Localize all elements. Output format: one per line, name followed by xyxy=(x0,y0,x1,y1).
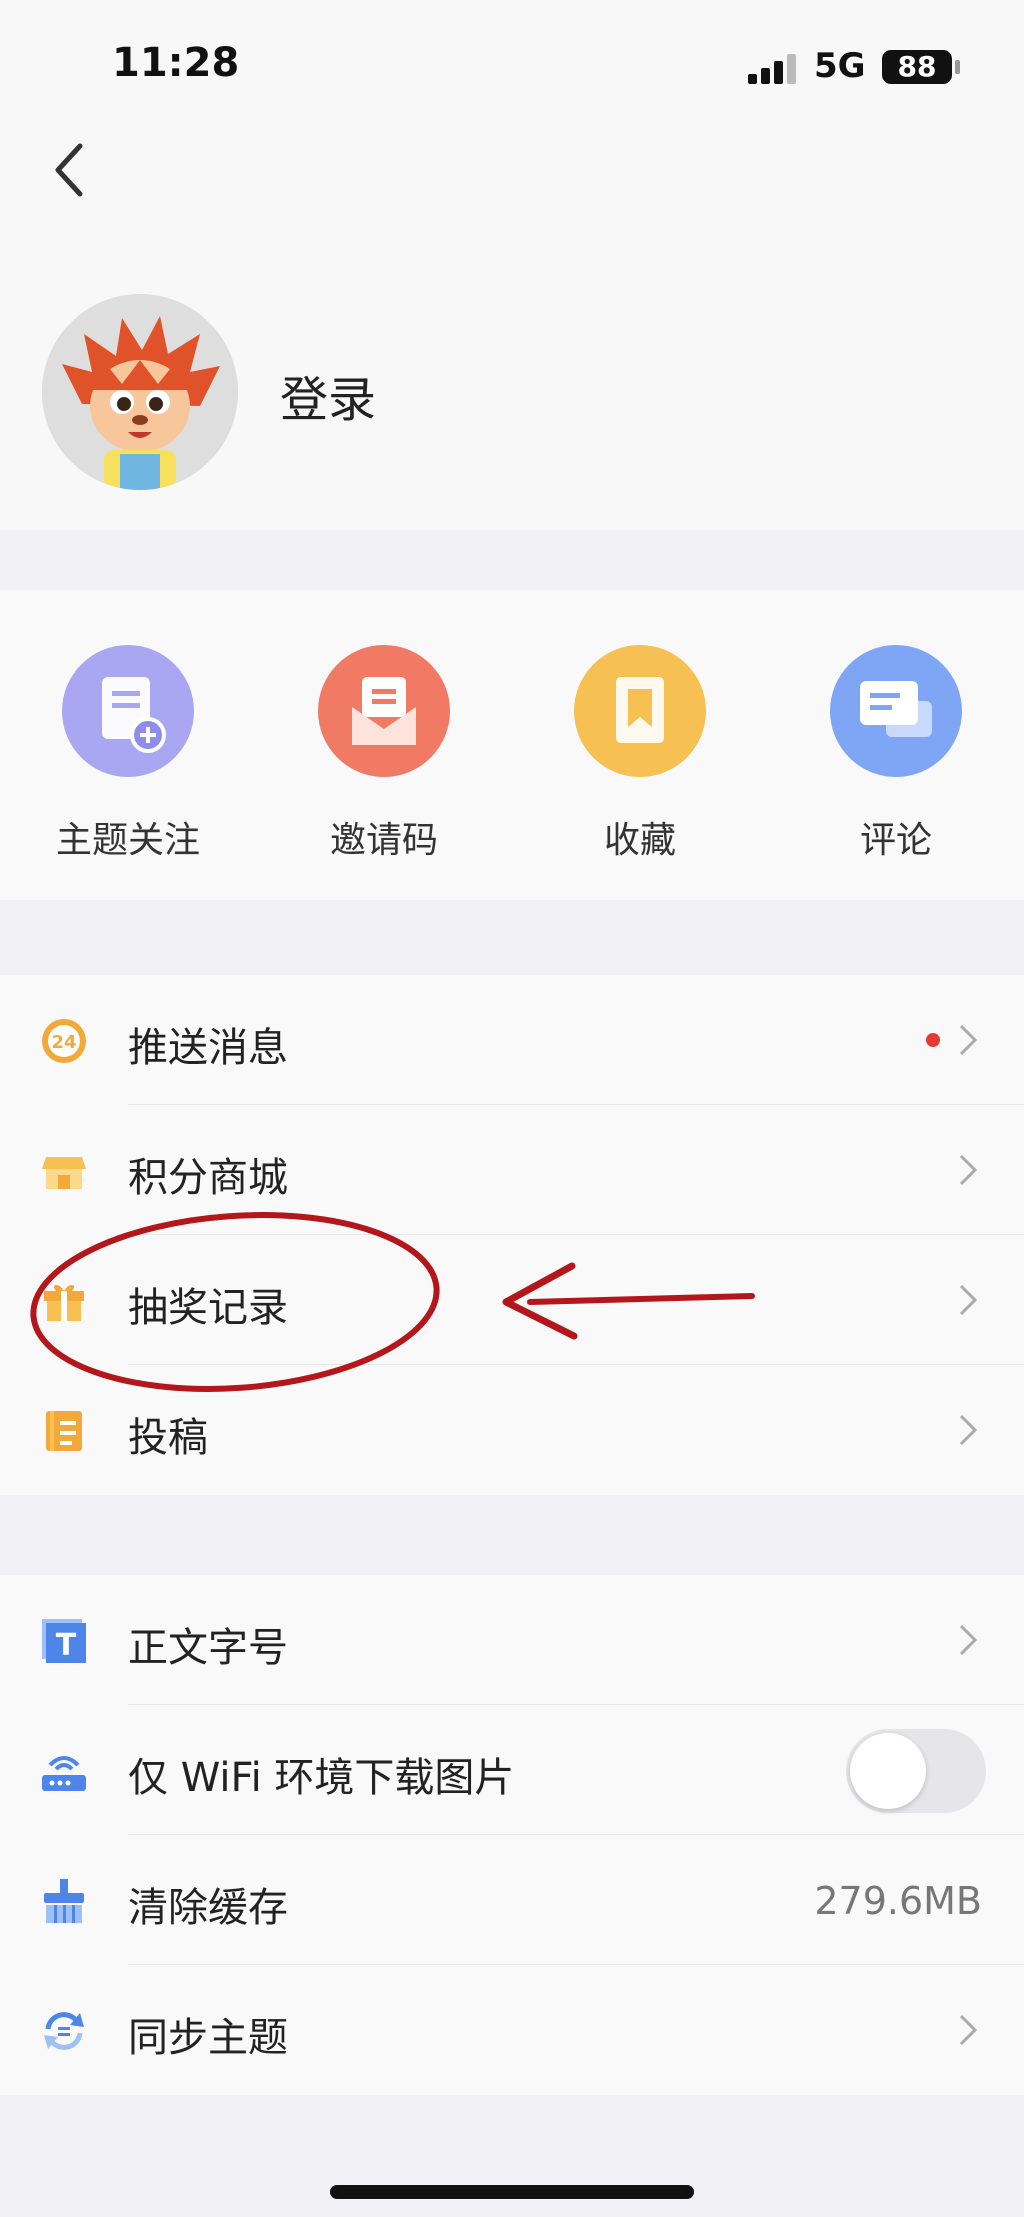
notebook-icon xyxy=(46,1411,82,1451)
sync-icon xyxy=(44,2012,84,2050)
menu-group-2: T 正文字号 仅 WiFi 环境下载图片 清除缓存 279.6MB 同步主题 xyxy=(0,1575,1024,2095)
toggle-knob xyxy=(850,1733,926,1809)
menu-group-1: 24 推送消息 积分商城 抽奖记录 投稿 xyxy=(0,975,1024,1495)
menu-item-points-mall[interactable]: 积分商城 xyxy=(0,1105,1024,1235)
quick-action-topic-follow[interactable]: 主题关注 xyxy=(43,645,213,863)
chevron-right-icon xyxy=(959,1284,978,1316)
battery-icon: 88 xyxy=(882,50,952,84)
clock-24-icon: 24 xyxy=(42,1019,86,1063)
chevron-right-icon xyxy=(959,1154,978,1186)
menu-item-submit-article[interactable]: 投稿 xyxy=(0,1365,1024,1495)
quick-action-label: 主题关注 xyxy=(55,820,200,861)
quick-action-invite-code[interactable]: 邀请码 xyxy=(299,645,469,863)
topic-follow-icon xyxy=(62,645,194,777)
network-type: 5G xyxy=(814,46,866,86)
menu-item-wifi-only-images: 仅 WiFi 环境下载图片 xyxy=(0,1705,1024,1835)
chevron-right-icon xyxy=(959,2014,978,2046)
unread-badge xyxy=(926,1033,940,1047)
menu-item-font-size[interactable]: T 正文字号 xyxy=(0,1575,1024,1705)
menu-item-label: 清除缓存 xyxy=(128,1885,288,1931)
login-label[interactable]: 登录 xyxy=(280,360,376,430)
wifi-only-toggle[interactable] xyxy=(846,1729,986,1813)
svg-text:T: T xyxy=(56,1628,77,1663)
chevron-right-icon xyxy=(959,1624,978,1656)
invite-envelope-icon xyxy=(318,645,450,777)
comment-bubbles-icon xyxy=(830,645,962,777)
status-bar: 11:28 5G 88 xyxy=(0,0,1024,130)
home-indicator xyxy=(330,2185,694,2199)
quick-action-comments[interactable]: 评论 xyxy=(811,645,981,863)
signal-icon xyxy=(748,52,800,84)
menu-item-label: 抽奖记录 xyxy=(128,1285,288,1331)
router-icon xyxy=(42,1756,86,1791)
lion-mascot-icon xyxy=(42,294,238,490)
quick-action-label: 邀请码 xyxy=(329,820,438,861)
menu-item-push-messages[interactable]: 24 推送消息 xyxy=(0,975,1024,1105)
menu-item-sync-theme[interactable]: 同步主题 xyxy=(0,1965,1024,2095)
battery-tip xyxy=(955,60,960,74)
quick-action-label: 评论 xyxy=(859,820,932,861)
back-icon[interactable] xyxy=(50,140,90,200)
font-size-icon: T xyxy=(42,1619,86,1663)
status-time: 11:28 xyxy=(112,40,240,86)
chevron-right-icon xyxy=(959,1024,978,1056)
menu-item-label: 投稿 xyxy=(128,1415,208,1461)
menu-item-label: 仅 WiFi 环境下载图片 xyxy=(128,1755,515,1801)
quick-action-favorites[interactable]: 收藏 xyxy=(555,645,725,863)
quick-action-label: 收藏 xyxy=(603,820,676,861)
shop-icon xyxy=(42,1157,86,1189)
cache-size: 279.6MB xyxy=(814,1879,982,1923)
bookmark-icon xyxy=(574,645,706,777)
menu-item-clear-cache[interactable]: 清除缓存 279.6MB xyxy=(0,1835,1024,1965)
menu-item-label: 积分商城 xyxy=(128,1155,288,1201)
chevron-right-icon xyxy=(959,1414,978,1446)
menu-item-lottery-records[interactable]: 抽奖记录 xyxy=(0,1235,1024,1365)
avatar[interactable] xyxy=(42,294,238,490)
gift-icon xyxy=(44,1284,84,1321)
broom-icon xyxy=(44,1879,84,1923)
svg-text:24: 24 xyxy=(51,1032,76,1053)
menu-item-label: 同步主题 xyxy=(128,2015,288,2061)
menu-item-label: 推送消息 xyxy=(128,1025,288,1071)
menu-item-label: 正文字号 xyxy=(128,1625,288,1671)
